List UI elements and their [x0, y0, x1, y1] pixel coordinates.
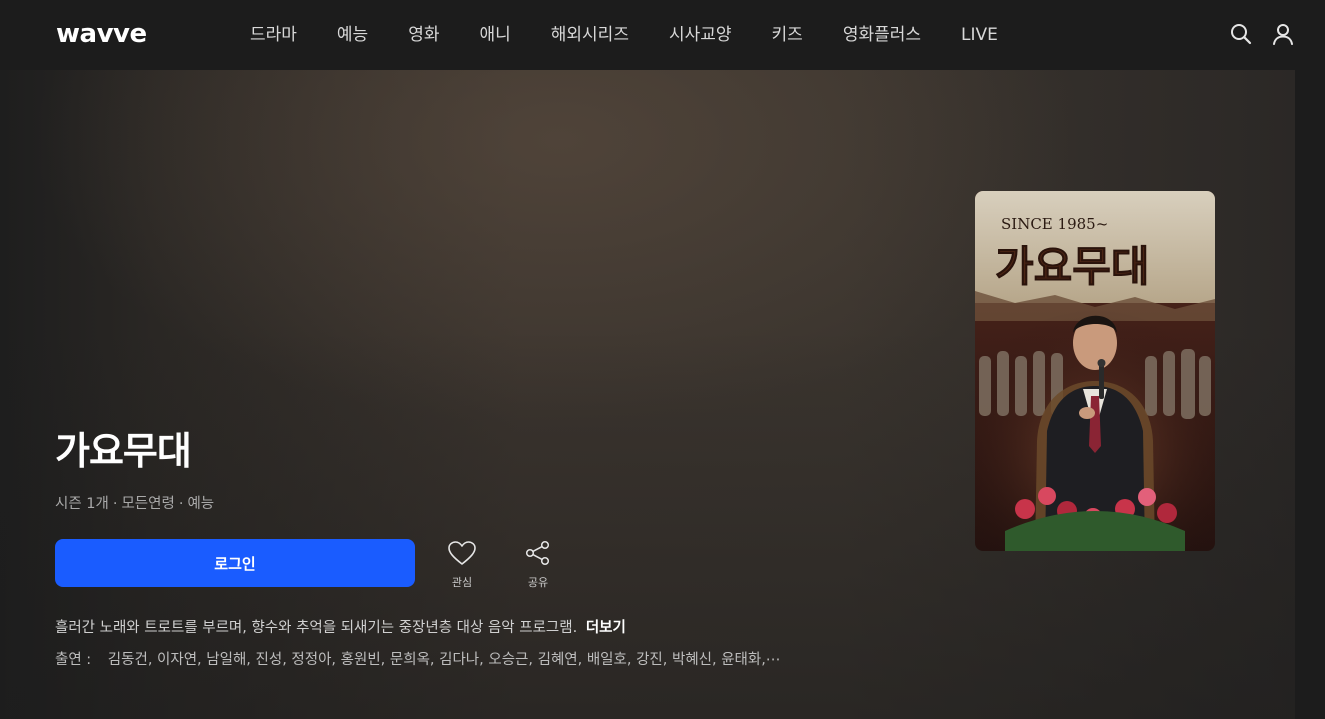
share-label: 공유 — [527, 576, 549, 589]
poster-artwork: SINCE 1985~ 가요무대 — [975, 191, 1215, 551]
favorite-button[interactable]: 관심 — [440, 540, 484, 590]
nav-item-drama[interactable]: 드라마 — [250, 22, 297, 48]
cast-list: 김동건, 이자연, 남일해, 진성, 정정아, 홍원빈, 문희옥, 김다나, 오… — [107, 652, 781, 668]
wavve-logo[interactable]: wavve — [56, 17, 147, 51]
nav-item-kids[interactable]: 키즈 — [772, 22, 803, 48]
meta-rating: 모든연령 — [121, 496, 175, 512]
poster-logo-text: 가요무대 — [995, 242, 1150, 291]
header-actions — [1229, 22, 1295, 46]
more-link[interactable]: 더보기 — [586, 620, 626, 636]
nav-item-movie[interactable]: 영화 — [408, 22, 439, 48]
right-gutter — [1295, 70, 1325, 719]
favorite-label: 관심 — [451, 576, 473, 589]
share-button[interactable]: 공유 — [516, 540, 560, 590]
program-cast: 출연 : 김동건, 이자연, 남일해, 진성, 정정아, 홍원빈, 문희옥, 김… — [55, 649, 780, 671]
program-description: 흘러간 노래와 트로트를 부르며, 향수와 추억을 되새기는 중장년층 대상 음… — [55, 617, 626, 639]
program-title: 가요무대 — [55, 429, 192, 473]
heart-icon — [447, 540, 477, 570]
share-icon — [524, 540, 552, 570]
meta-season: 시즌 1개 — [55, 496, 109, 512]
description-text: 흘러간 노래와 트로트를 부르며, 향수와 추억을 되새기는 중장년층 대상 음… — [55, 620, 578, 636]
program-meta: 시즌 1개 · 모든연령 · 예능 — [55, 493, 214, 515]
nav-item-movie-plus[interactable]: 영화플러스 — [843, 22, 921, 48]
search-icon[interactable] — [1229, 22, 1253, 46]
poster-since-text: SINCE 1985~ — [1001, 215, 1108, 233]
nav-item-animation[interactable]: 애니 — [479, 22, 510, 48]
main-nav: 드라마 예능 영화 애니 해외시리즈 시사교양 키즈 영화플러스 LIVE — [230, 22, 1018, 48]
meta-separator: · — [112, 496, 118, 512]
program-poster[interactable]: SINCE 1985~ 가요무대 — [975, 191, 1215, 551]
nav-item-foreign-series[interactable]: 해외시리즈 — [551, 22, 629, 48]
top-header: wavve 드라마 예능 영화 애니 해외시리즈 시사교양 키즈 영화플러스 L… — [0, 0, 1325, 70]
nav-item-live[interactable]: LIVE — [961, 22, 998, 48]
nav-item-variety[interactable]: 예능 — [337, 22, 368, 48]
user-icon[interactable] — [1271, 22, 1295, 46]
cast-label: 출연 : — [55, 652, 92, 668]
nav-item-documentary[interactable]: 시사교양 — [669, 22, 732, 48]
meta-separator: · — [178, 496, 184, 512]
meta-genre: 예능 — [187, 496, 215, 512]
login-button[interactable]: 로그인 — [55, 539, 415, 587]
